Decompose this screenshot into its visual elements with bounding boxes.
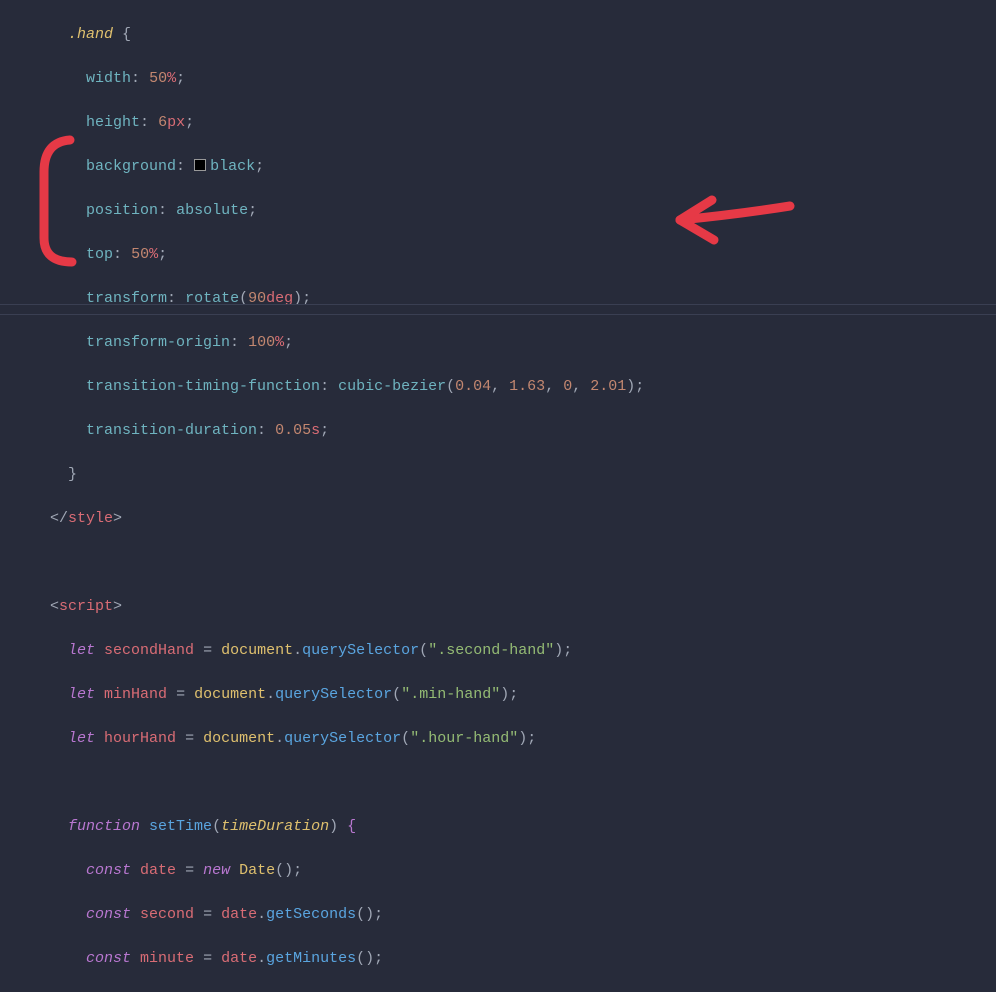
js-variable: hourHand bbox=[104, 730, 176, 747]
js-variable: minHand bbox=[104, 686, 167, 703]
color-swatch-icon bbox=[194, 159, 206, 171]
opening-script-tag: script bbox=[59, 598, 113, 615]
css-prop: top bbox=[86, 246, 113, 263]
section-divider bbox=[0, 304, 996, 305]
closing-style-tag: style bbox=[68, 510, 113, 527]
js-variable: secondHand bbox=[104, 642, 194, 659]
section-divider bbox=[0, 314, 996, 315]
css-prop: background bbox=[86, 158, 176, 175]
css-prop: transition-timing-function bbox=[86, 378, 320, 395]
js-function-name: setTime bbox=[149, 818, 212, 835]
css-selector: .hand bbox=[68, 26, 113, 43]
css-prop: position bbox=[86, 202, 158, 219]
css-prop: width bbox=[86, 70, 131, 87]
css-prop: transition-duration bbox=[86, 422, 257, 439]
css-prop: transform-origin bbox=[86, 334, 230, 351]
css-prop: height bbox=[86, 114, 140, 131]
editor-gutter bbox=[0, 0, 50, 520]
js-function-param: timeDuration bbox=[221, 818, 329, 835]
code-editor-content[interactable]: .hand { width: 50%; height: 6px; backgro… bbox=[50, 0, 644, 992]
